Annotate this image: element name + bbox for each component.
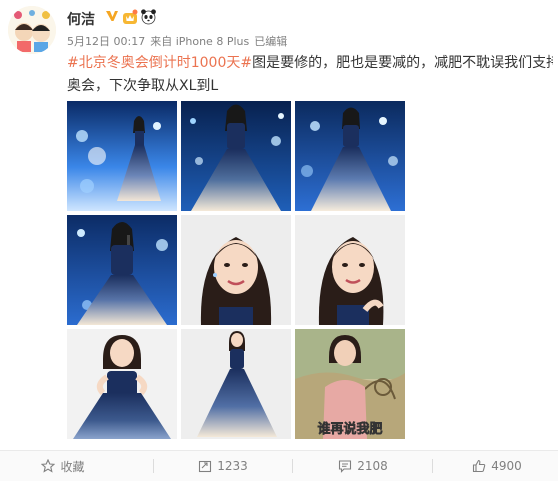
photo-portrait-turn[interactable]: [295, 215, 405, 325]
avatar[interactable]: [8, 6, 56, 54]
divider: [153, 459, 154, 473]
post-text: #北京冬奥会倒计时1000天#图是要修的，肥也是要减的，减肥不耽误我们支持冬 奥…: [67, 52, 553, 98]
post-meta: 5月12日 00:17 来自 iPhone 8 Plus 已编辑: [67, 33, 292, 49]
repost-icon: [199, 460, 212, 473]
repost-count: 1233: [217, 459, 248, 473]
divider: [432, 459, 433, 473]
panda-icon[interactable]: [140, 8, 157, 25]
post-text-line-2: 奥会，下次争取从XL到L: [67, 78, 219, 94]
divider: [292, 459, 293, 473]
photo-vintage[interactable]: 谁再说我肥: [295, 329, 405, 439]
photo-full-gown-front[interactable]: [67, 329, 177, 439]
username[interactable]: 何洁: [67, 9, 95, 29]
repost-button[interactable]: 1233: [160, 451, 286, 481]
post-text-line-1: #北京冬奥会倒计时1000天#图是要修的，肥也是要减的，减肥不耽误我们支持冬: [67, 52, 553, 75]
photo-stage-mic[interactable]: [67, 215, 177, 325]
hashtag-link[interactable]: #北京冬奥会倒计时1000天#: [67, 55, 252, 71]
post-text-rest: 图是要修的，肥也是要减的，减肥不耽误我们支持冬: [252, 55, 553, 71]
comment-button[interactable]: 2108: [300, 451, 426, 481]
vintage-caption: 谁再说我肥: [317, 421, 382, 437]
member-crown-icon[interactable]: [122, 9, 138, 25]
photo-stage-singing[interactable]: [295, 101, 405, 211]
photo-stage-gown[interactable]: [181, 101, 291, 211]
star-icon: [41, 459, 56, 473]
photo-portrait-smile[interactable]: [181, 215, 291, 325]
favorite-button[interactable]: 收藏: [0, 451, 126, 481]
comment-count: 2108: [357, 459, 388, 473]
post-source: 来自 iPhone 8 Plus: [150, 35, 250, 48]
favorite-label: 收藏: [60, 459, 85, 474]
like-button[interactable]: 4900: [436, 451, 558, 481]
thumbs-up-icon: [473, 459, 486, 473]
edited-label[interactable]: 已编辑: [254, 35, 287, 48]
photo-full-gown-standing[interactable]: [181, 329, 291, 439]
comment-icon: [339, 460, 352, 473]
photo-stage-wide[interactable]: [67, 101, 177, 211]
action-bar: 收藏 1233 2108 4900: [0, 450, 558, 481]
weibo-post: 何洁 5月12日 00:17 来自 iPhone 8 Plus 已编辑 #北京冬奥会…: [0, 0, 558, 481]
verified-icon[interactable]: [105, 9, 119, 23]
photo-grid: 谁再说我肥: [67, 101, 405, 441]
like-count: 4900: [491, 459, 522, 473]
post-time[interactable]: 5月12日 00:17: [67, 35, 145, 48]
